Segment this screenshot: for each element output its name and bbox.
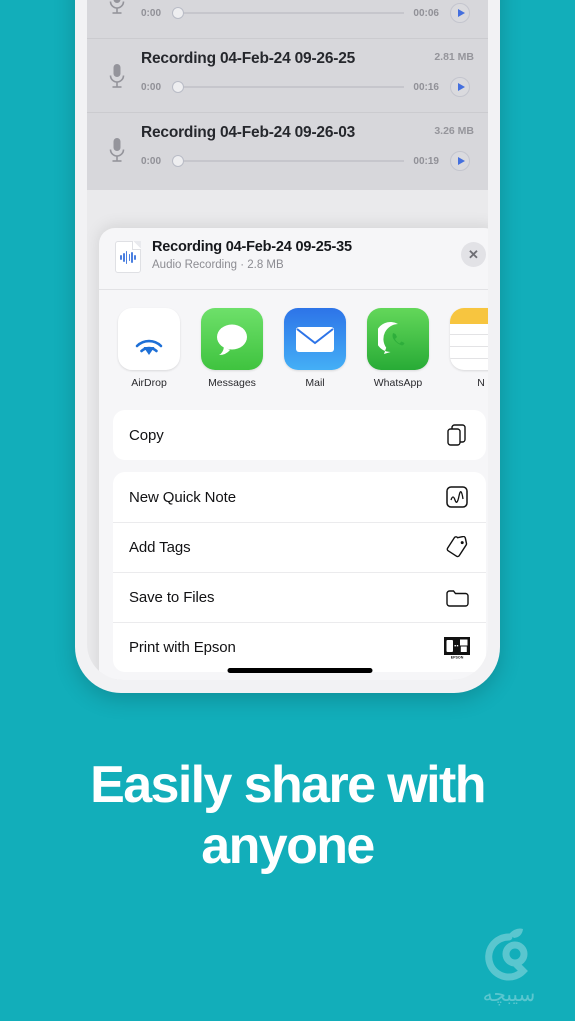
recordings-list: Recording 04-Feb-24 09-26-45 1.15 MB 0:0… [87, 0, 488, 186]
recording-row[interactable]: Recording 04-Feb-24 09-26-25 2.81 MB 0:0… [87, 38, 488, 112]
recording-size: 3.26 MB [434, 125, 474, 137]
headline-line-1: Easily share with [90, 756, 486, 814]
play-button[interactable] [450, 77, 470, 97]
share-file-title: Recording 04-Feb-24 09-25-35 [152, 239, 352, 255]
share-target-label: AirDrop [131, 377, 167, 389]
action-label: Print with Epson [129, 639, 236, 656]
notes-rule [450, 358, 488, 359]
recording-playback-controls: 0:00 00:06 [141, 3, 474, 23]
action-add-tags[interactable]: Add Tags [113, 522, 486, 572]
share-sheet-header: Recording 04-Feb-24 09-25-35 Audio Recor… [99, 228, 488, 290]
recording-current-time: 0:00 [141, 155, 162, 167]
notes-icon [450, 308, 488, 370]
recording-duration: 00:16 [413, 81, 439, 93]
epson-printer-icon: EPSON [444, 635, 470, 661]
share-sheet: Recording 04-Feb-24 09-25-35 Audio Recor… [99, 228, 488, 680]
messages-icon [201, 308, 263, 370]
scrubber-track [178, 86, 404, 88]
share-sheet-file-info: Recording 04-Feb-24 09-25-35 Audio Recor… [152, 239, 352, 271]
audio-file-icon [115, 241, 141, 273]
recording-scrubber[interactable] [172, 154, 404, 168]
svg-text:EPSON: EPSON [451, 655, 464, 659]
scrubber-knob[interactable] [172, 155, 184, 167]
play-icon [457, 83, 465, 91]
action-label: Copy [129, 426, 164, 444]
whatsapp-icon [367, 308, 429, 370]
recording-playback-controls: 0:00 00:19 [141, 151, 474, 171]
tag-icon [444, 535, 470, 561]
notes-rule [450, 346, 488, 347]
recording-title: Recording 04-Feb-24 09-26-03 [141, 124, 356, 141]
recording-current-time: 0:00 [141, 7, 162, 19]
folder-icon [444, 585, 470, 611]
scrubber-knob[interactable] [172, 7, 184, 19]
recording-title: Recording 04-Feb-24 09-26-25 [141, 50, 356, 67]
phone-mockup: Recording 04-Feb-24 09-26-45 1.15 MB 0:0… [75, 0, 500, 693]
share-file-subtitle: Audio Recording · 2.8 MB [152, 259, 284, 271]
action-save-to-files[interactable]: Save to Files [113, 572, 486, 622]
play-icon [457, 9, 465, 17]
recording-current-time: 0:00 [141, 81, 162, 93]
microphone-icon [109, 0, 125, 14]
share-target-notes[interactable]: N [450, 308, 488, 398]
recording-duration: 00:06 [413, 7, 439, 19]
microphone-icon [109, 64, 125, 88]
recording-scrubber[interactable] [172, 80, 404, 94]
waveform-icon [120, 250, 136, 264]
share-target-label: WhatsApp [373, 377, 423, 389]
recording-row[interactable]: Recording 04-Feb-24 09-26-45 1.15 MB 0:0… [87, 0, 488, 38]
share-target-mail[interactable]: Mail [284, 308, 346, 398]
play-icon [457, 157, 465, 165]
action-label: Add Tags [129, 539, 191, 556]
action-group: Copy [113, 410, 486, 460]
action-label: New Quick Note [129, 488, 236, 506]
share-target-label: Mail [305, 377, 325, 389]
close-icon[interactable]: ✕ [461, 242, 486, 267]
notes-rule [450, 334, 488, 335]
recording-row[interactable]: Recording 04-Feb-24 09-26-03 3.26 MB 0:0… [87, 112, 488, 186]
scrubber-track [178, 12, 404, 14]
recording-duration: 00:19 [413, 155, 439, 167]
play-button[interactable] [450, 3, 470, 23]
share-apps-row: AirDrop Messages Mail WhatsApp N [99, 290, 488, 398]
mail-icon [284, 308, 346, 370]
home-indicator [227, 668, 372, 673]
action-print-with-epson[interactable]: Print with Epson EPSON [113, 622, 486, 672]
airdrop-icon [118, 308, 180, 370]
share-target-label: Messages [208, 377, 256, 389]
play-button[interactable] [450, 151, 470, 171]
action-new-quick-note[interactable]: New Quick Note [113, 472, 486, 522]
action-copy[interactable]: Copy [113, 410, 486, 460]
share-target-messages[interactable]: Messages [201, 308, 263, 398]
promo-headline: Easily share with anyone [0, 755, 575, 878]
phone-screen: Recording 04-Feb-24 09-26-45 1.15 MB 0:0… [87, 0, 488, 680]
copy-icon [444, 422, 470, 448]
headline-line-2: anyone [201, 817, 375, 876]
share-target-airdrop[interactable]: AirDrop [118, 308, 180, 398]
microphone-icon [109, 138, 125, 162]
share-target-whatsapp[interactable]: WhatsApp [367, 308, 429, 398]
watermark: سیبچه [459, 921, 559, 1009]
sibche-logo-icon [485, 928, 528, 981]
scrubber-knob[interactable] [172, 81, 184, 93]
recording-playback-controls: 0:00 00:16 [141, 77, 474, 97]
quick-note-icon [444, 484, 470, 510]
share-target-label: N [477, 377, 485, 389]
action-label: Save to Files [129, 589, 215, 606]
scrubber-track [178, 160, 404, 162]
action-group: New Quick Note Add Tags Save to Files Pr… [113, 472, 486, 672]
watermark-text: سیبچه [482, 984, 536, 1006]
recording-size: 2.81 MB [434, 51, 474, 63]
recording-scrubber[interactable] [172, 6, 404, 20]
notes-header-band [450, 308, 488, 324]
